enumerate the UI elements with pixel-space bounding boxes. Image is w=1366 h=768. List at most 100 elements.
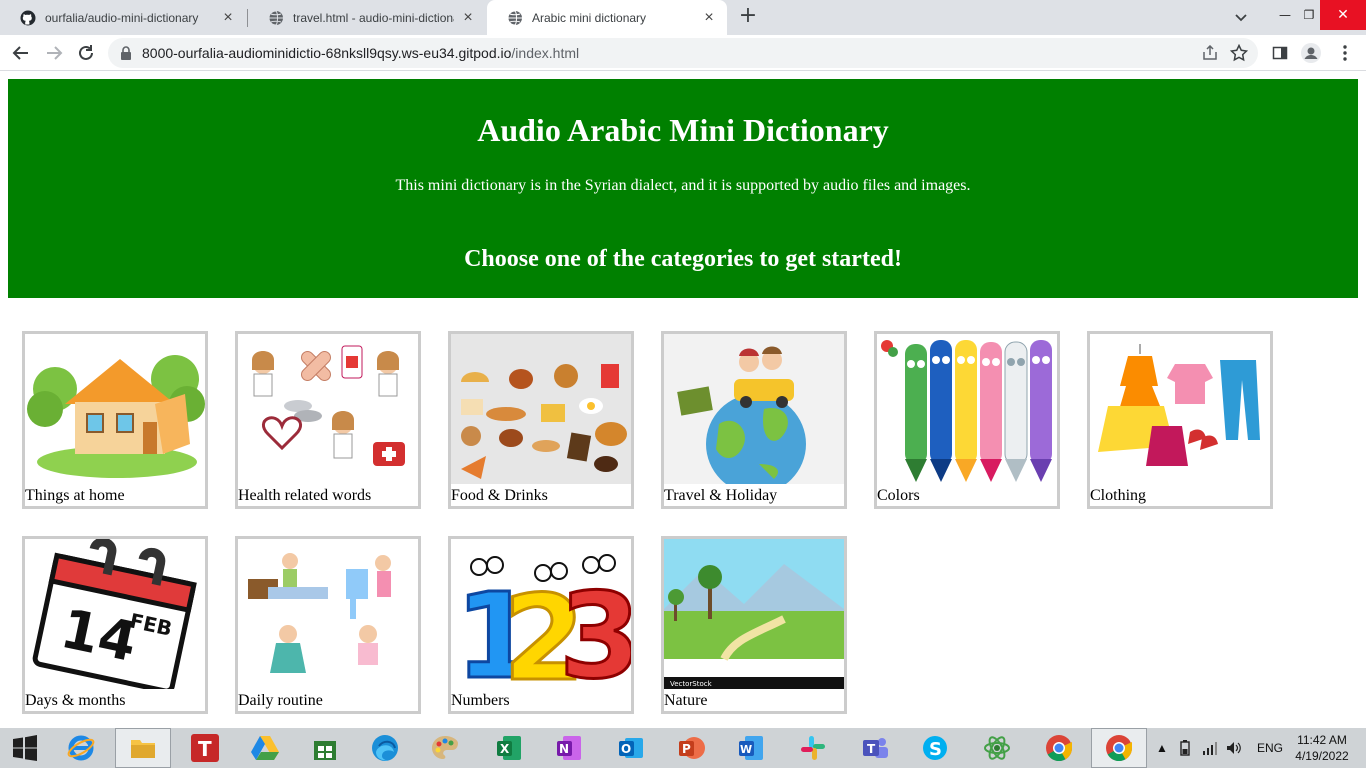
side-panel-icon[interactable] <box>1270 43 1290 63</box>
category-label: Days & months <box>25 692 126 709</box>
clock-date: 4/19/2022 <box>1295 749 1349 763</box>
tab-arabic-mini-dictionary[interactable]: Arabic mini dictionary × <box>487 0 727 35</box>
category-label: Colors <box>877 487 920 504</box>
tab-travel-html[interactable]: travel.html - audio-mini-dictionar × <box>248 0 486 35</box>
teams-icon[interactable]: T <box>847 728 903 768</box>
tab-title: Arabic mini dictionary <box>532 10 647 25</box>
chrome-active-window-icon[interactable] <box>1091 728 1147 768</box>
house-illustration <box>25 334 205 484</box>
calendar-illustration: 14 FEB <box>25 539 205 689</box>
category-card-colors[interactable]: Colors <box>874 331 1060 509</box>
category-label: Food & Drinks <box>451 487 548 504</box>
category-card-nature[interactable]: VectorStock Nature <box>661 536 847 714</box>
profile-avatar-icon[interactable] <box>1301 43 1321 63</box>
hero-banner: Audio Arabic Mini Dictionary This mini d… <box>8 79 1358 298</box>
google-drive-icon[interactable] <box>237 728 293 768</box>
category-label: Clothing <box>1090 487 1147 504</box>
share-icon[interactable] <box>1202 45 1218 61</box>
nature-illustration: VectorStock <box>664 539 844 689</box>
globe-icon <box>507 10 522 25</box>
chrome-icon[interactable] <box>1031 728 1087 768</box>
url-text: 8000-ourfalia-audiominidictio-68nksll9qs… <box>142 45 580 61</box>
svg-text:O: O <box>621 742 631 756</box>
atom-editor-icon[interactable] <box>969 728 1025 768</box>
svg-text:N: N <box>559 742 569 756</box>
onenote-icon[interactable]: N <box>541 728 597 768</box>
category-label: Nature <box>664 692 708 709</box>
svg-text:T: T <box>867 742 876 756</box>
category-card-numbers[interactable]: 1 2 3 Numbers <box>448 536 634 714</box>
watermark-text: VectorStock <box>670 680 713 688</box>
tab-search-chevron-icon[interactable] <box>1230 6 1252 28</box>
category-card-food-drinks[interactable]: Food & Drinks <box>448 331 634 509</box>
edge-browser-icon[interactable] <box>357 728 413 768</box>
slack-icon[interactable] <box>785 728 841 768</box>
category-label: Numbers <box>451 692 510 709</box>
category-label: Things at home <box>25 487 125 504</box>
health-illustration <box>238 334 418 484</box>
microsoft-store-icon[interactable] <box>297 728 353 768</box>
category-card-things-at-home[interactable]: Things at home <box>22 331 208 509</box>
page-title: Audio Arabic Mini Dictionary <box>477 112 889 148</box>
typora-app-icon[interactable]: T <box>177 728 233 768</box>
github-icon <box>20 10 36 25</box>
close-tab-icon[interactable]: × <box>460 9 476 26</box>
svg-text:P: P <box>682 742 691 756</box>
globe-icon <box>268 10 283 25</box>
network-signal-icon[interactable] <box>1202 728 1218 768</box>
lock-icon <box>121 46 131 60</box>
web-page: Audio Arabic Mini Dictionary This mini d… <box>0 72 1366 728</box>
battery-icon[interactable] <box>1178 728 1192 768</box>
svg-text:T: T <box>198 737 212 761</box>
call-to-action-heading: Choose one of the categories to get star… <box>464 246 902 272</box>
file-explorer-icon[interactable] <box>115 728 171 768</box>
close-tab-icon[interactable]: × <box>220 9 236 26</box>
category-card-travel-holiday[interactable]: Travel & Holiday <box>661 331 847 509</box>
clothing-illustration <box>1090 334 1270 484</box>
forward-arrow-icon[interactable] <box>41 40 67 66</box>
clock-time: 11:42 AM <box>1297 733 1347 747</box>
system-clock[interactable]: 11:42 AM 4/19/2022 <box>1289 732 1355 764</box>
category-label: Travel & Holiday <box>664 487 778 504</box>
category-label: Daily routine <box>238 692 323 709</box>
number-three-text: 3 <box>559 567 631 689</box>
tab-title: ourfalia/audio-mini-dictionary <box>45 10 199 25</box>
close-window-icon[interactable]: ✕ <box>1320 0 1366 30</box>
outlook-icon[interactable]: O <box>603 728 659 768</box>
browser-tab-strip: ourfalia/audio-mini-dictionary × travel.… <box>0 0 1366 35</box>
powerpoint-icon[interactable]: P <box>663 728 719 768</box>
daily-routine-illustration <box>238 539 418 689</box>
close-tab-icon[interactable]: × <box>701 9 717 26</box>
numbers-illustration: 1 2 3 <box>451 539 631 689</box>
windows-taskbar: T X N O P W T S ▲ ENG 11:42 AM 4/19/2022 <box>0 728 1366 768</box>
category-card-clothing[interactable]: Clothing <box>1087 331 1273 509</box>
tab-title: travel.html - audio-mini-dictionar <box>293 10 454 25</box>
page-subtitle: This mini dictionary is in the Syrian di… <box>395 177 971 194</box>
category-label: Health related words <box>238 487 372 504</box>
food-illustration <box>451 334 631 484</box>
volume-speaker-icon[interactable] <box>1226 728 1242 768</box>
excel-icon[interactable]: X <box>481 728 537 768</box>
category-card-days-months[interactable]: 14 FEB Days & months <box>22 536 208 714</box>
skype-icon[interactable]: S <box>907 728 963 768</box>
back-arrow-icon[interactable] <box>8 40 34 66</box>
crayons-illustration <box>877 334 1057 484</box>
bookmark-star-icon[interactable] <box>1230 44 1248 62</box>
paint-palette-icon[interactable] <box>417 728 473 768</box>
input-language-indicator[interactable]: ENG <box>1257 728 1283 768</box>
tab-github[interactable]: ourfalia/audio-mini-dictionary × <box>0 0 246 35</box>
word-icon[interactable]: W <box>723 728 779 768</box>
category-card-health-related-words[interactable]: Health related words <box>235 331 421 509</box>
address-bar[interactable]: 8000-ourfalia-audiominidictio-68nksll9qs… <box>108 38 1258 68</box>
reload-icon[interactable] <box>73 40 99 66</box>
internet-explorer-icon[interactable] <box>53 728 109 768</box>
show-hidden-icons-chevron-icon[interactable]: ▲ <box>1156 728 1168 768</box>
more-menu-icon[interactable] <box>1335 43 1355 63</box>
travel-illustration <box>664 334 844 484</box>
category-card-daily-routine[interactable]: Daily routine <box>235 536 421 714</box>
new-tab-plus-icon[interactable]: + <box>737 5 759 27</box>
svg-text:W: W <box>740 743 752 756</box>
browser-toolbar: 8000-ourfalia-audiominidictio-68nksll9qs… <box>0 35 1366 71</box>
windows-start-icon[interactable] <box>0 728 50 768</box>
svg-text:S: S <box>929 739 942 760</box>
